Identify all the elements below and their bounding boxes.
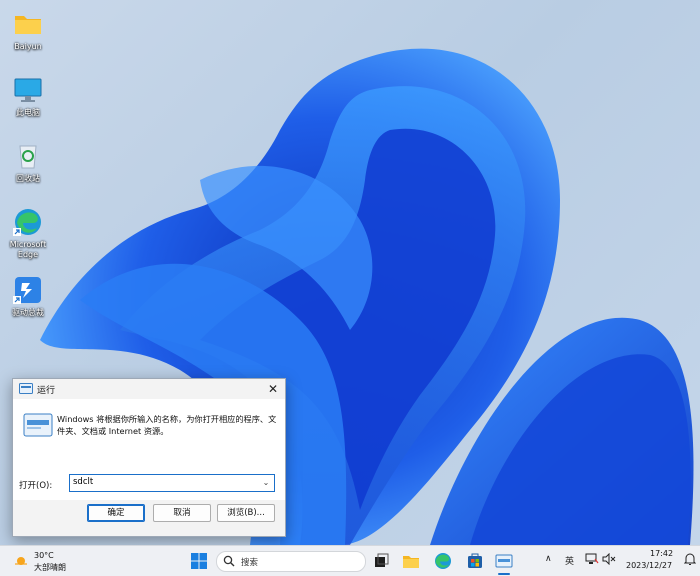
open-combobox[interactable]: ⌄	[69, 474, 275, 492]
folder-icon	[403, 556, 419, 568]
run-app-icon	[19, 383, 33, 394]
browse-button[interactable]: 浏览(B)...	[217, 504, 275, 522]
notification-bell-icon[interactable]	[683, 553, 697, 569]
cancel-button[interactable]: 取消	[153, 504, 211, 522]
network-icon[interactable]	[585, 553, 599, 568]
close-button[interactable]: ✕	[265, 381, 281, 397]
search-placeholder: 搜索	[241, 558, 259, 568]
edge-icon	[435, 553, 451, 569]
desktop-icon-label: 驱动总裁	[12, 308, 44, 317]
dialog-button-row: 确定 取消 浏览(B)...	[13, 500, 285, 536]
edge-icon	[12, 206, 44, 238]
task-view-icon	[375, 553, 389, 567]
edge-button[interactable]	[432, 550, 454, 572]
desktop-icon-edge[interactable]: Microsoft Edge	[4, 206, 52, 260]
desktop-icon-recycle-bin[interactable]: 回收站	[4, 140, 52, 184]
run-app-icon	[495, 554, 513, 568]
run-dialog: 运行 ✕ Windows 将根据你所输入的名称，为你打开相应的程序、文件夹、文档…	[12, 378, 286, 537]
run-taskbar-button[interactable]	[493, 550, 515, 572]
ok-button[interactable]: 确定	[87, 504, 145, 522]
clock-date[interactable]: 2023/12/27	[626, 561, 672, 570]
dialog-titlebar[interactable]: 运行 ✕	[13, 379, 285, 399]
desktop-icon-label: 此电脑	[16, 108, 40, 117]
open-input[interactable]	[70, 475, 253, 489]
folder-icon	[12, 8, 44, 40]
dialog-description: Windows 将根据你所输入的名称，为你打开相应的程序、文件夹、文档或 Int…	[57, 414, 277, 436]
start-button[interactable]	[188, 550, 210, 572]
speaker-muted-icon[interactable]	[602, 552, 616, 568]
desktop-icon-label: 回收站	[16, 174, 40, 183]
clock-time[interactable]: 17:42	[650, 549, 673, 558]
run-window-icon	[23, 413, 53, 437]
chevron-down-icon[interactable]: ⌄	[260, 476, 272, 490]
monitor-icon	[12, 74, 44, 106]
desktop-icon-driver-tool[interactable]: 驱动总裁	[4, 274, 52, 318]
open-label: 打开(O):	[19, 481, 53, 491]
desktop-icon-label: Microsoft Edge	[9, 240, 47, 259]
task-view-button[interactable]	[370, 550, 392, 572]
ime-indicator[interactable]: 英	[565, 554, 574, 567]
desktop-icon-this-pc[interactable]: 此电脑	[4, 74, 52, 118]
driver-tool-icon	[12, 274, 44, 306]
weather-description: 大部晴朗	[34, 563, 66, 572]
chevron-up-icon[interactable]: ∧	[545, 554, 552, 564]
store-button[interactable]	[464, 550, 486, 572]
desktop-icon-baiyun[interactable]: Baiyun	[4, 8, 52, 52]
desktop-icon-label: Baiyun	[14, 42, 42, 51]
store-icon	[468, 553, 482, 568]
taskbar: 30°C 大部晴朗 搜索 ∧ 英 17:42 2023/12/27	[0, 545, 700, 576]
sun-icon	[14, 554, 28, 568]
recycle-bin-icon	[12, 140, 44, 172]
search-icon	[223, 555, 235, 567]
dialog-body: Windows 将根据你所输入的名称，为你打开相应的程序、文件夹、文档或 Int…	[13, 399, 285, 500]
weather-temperature: 30°C	[34, 551, 54, 560]
windows-logo-icon	[191, 553, 207, 569]
taskbar-search[interactable]: 搜索	[216, 551, 366, 572]
dialog-title: 运行	[37, 386, 56, 396]
file-explorer-button[interactable]	[400, 550, 422, 572]
